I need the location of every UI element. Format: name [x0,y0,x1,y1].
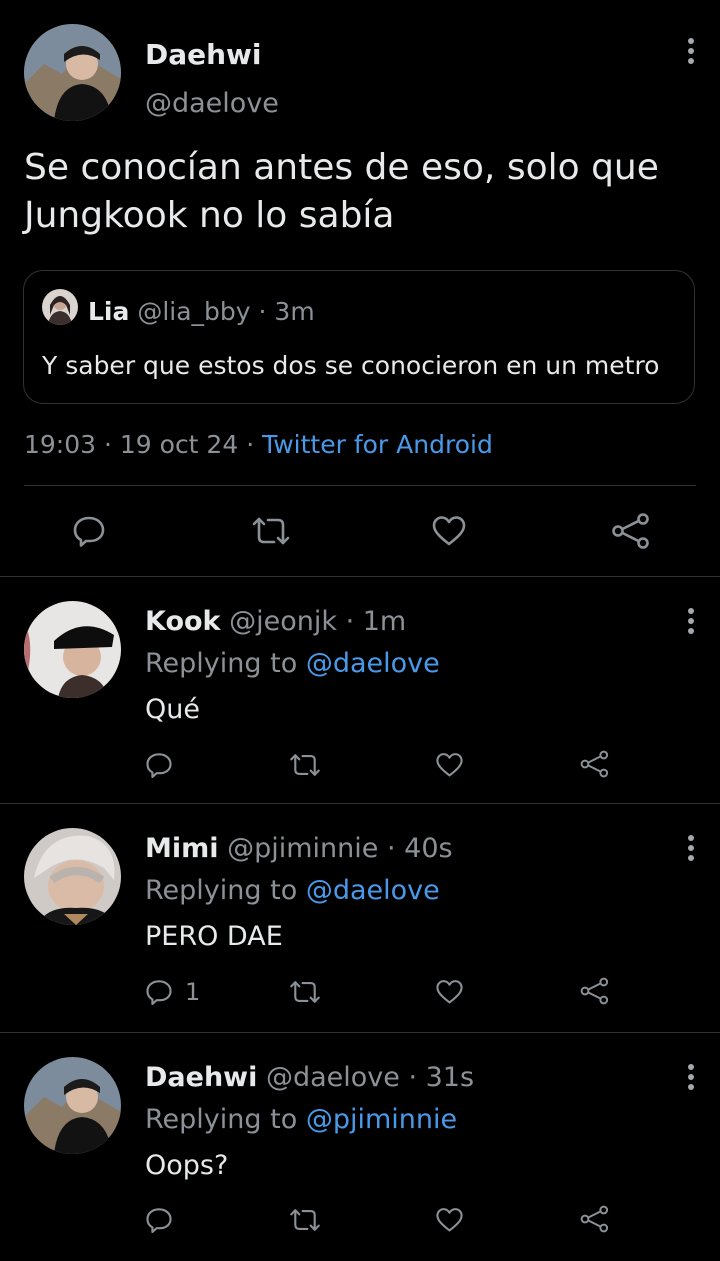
tweet-source-link[interactable]: Twitter for Android [262,430,493,459]
reply-header: Daehwi @daelove · 31s [145,1062,474,1093]
replying-to-label: Replying to [145,875,298,906]
divider [0,1032,720,1033]
like-icon[interactable] [435,1206,464,1234]
replying-to: Replying to @daelove [145,875,440,906]
share-icon[interactable] [610,512,650,550]
replying-to: Replying to @pjiminnie [145,1104,457,1135]
quoted-tweet[interactable]: Lia @lia_bby · 3m Y saber que estos dos … [23,270,695,404]
reply-time: · 40s [387,833,453,864]
avatar-photo [24,601,121,698]
avatar[interactable] [24,828,121,925]
reply-text: PERO DAE [145,921,283,952]
author-handle[interactable]: @daelove [266,1062,400,1093]
retweet-icon[interactable] [288,1206,322,1234]
avatar[interactable] [24,1057,121,1154]
reply-text: Qué [145,694,200,725]
reply-icon[interactable] [145,978,173,1006]
reply-icon[interactable] [145,751,173,779]
quoted-text: Y saber que estos dos se conocieron en u… [42,351,660,380]
reply-icon[interactable] [72,514,106,548]
share-icon[interactable] [579,976,609,1006]
more-options-icon[interactable] [686,608,696,638]
avatar-photo [42,289,78,325]
replying-to-label: Replying to [145,648,298,679]
avatar[interactable] [24,24,121,121]
divider [24,485,696,486]
reply-count: 1 [185,978,201,1006]
share-icon[interactable] [579,1204,609,1234]
author-name[interactable]: Mimi [145,833,219,864]
quoted-header: Lia @lia_bby · 3m [88,297,315,326]
quoted-author-handle: @lia_bby [137,297,251,326]
replying-to-link[interactable]: @daelove [306,648,440,679]
reply-time: · 31s [408,1062,475,1093]
replying-to-label: Replying to [145,1104,298,1135]
tweet-timestamp: 19:03 · 19 oct 24 · [24,430,255,459]
divider [0,803,720,804]
author-handle[interactable]: @pjiminnie [227,833,378,864]
author-name[interactable]: Kook [145,606,221,637]
reply-text: Oops? [145,1150,229,1181]
author-name[interactable]: Daehwi [145,38,262,71]
retweet-icon[interactable] [250,514,292,548]
retweet-icon[interactable] [288,978,322,1006]
like-icon[interactable] [435,978,464,1006]
more-options-icon[interactable] [686,38,696,68]
replying-to: Replying to @daelove [145,648,440,679]
reply-header: Kook @jeonjk · 1m [145,606,406,637]
reply-header: Mimi @pjiminnie · 40s [145,833,453,864]
retweet-icon[interactable] [288,751,322,779]
avatar-photo [24,24,121,121]
reply-time: · 1m [345,606,407,637]
more-options-icon[interactable] [686,1064,696,1094]
share-icon[interactable] [579,749,609,779]
like-icon[interactable] [435,751,464,779]
reply-icon[interactable] [145,1206,173,1234]
quoted-author-name: Lia [88,297,130,326]
tweet-text-line-2: Jungkook no lo sabía [24,195,395,236]
tweet-text-line-1: Se conocían antes de eso, solo que [24,147,659,188]
author-handle[interactable]: @jeonjk [229,606,337,637]
divider [0,576,720,577]
avatar [42,289,78,325]
author-name[interactable]: Daehwi [145,1062,257,1093]
like-icon[interactable] [431,514,467,548]
avatar-photo [24,1057,121,1154]
more-options-icon[interactable] [686,835,696,865]
author-handle[interactable]: @daelove [145,88,279,119]
avatar[interactable] [24,601,121,698]
tweet-meta: 19:03 · 19 oct 24 · Twitter for Android [24,430,493,459]
replying-to-link[interactable]: @daelove [306,875,440,906]
quoted-time: · 3m [258,297,315,326]
replying-to-link[interactable]: @pjiminnie [306,1104,457,1135]
avatar-photo [24,828,121,925]
